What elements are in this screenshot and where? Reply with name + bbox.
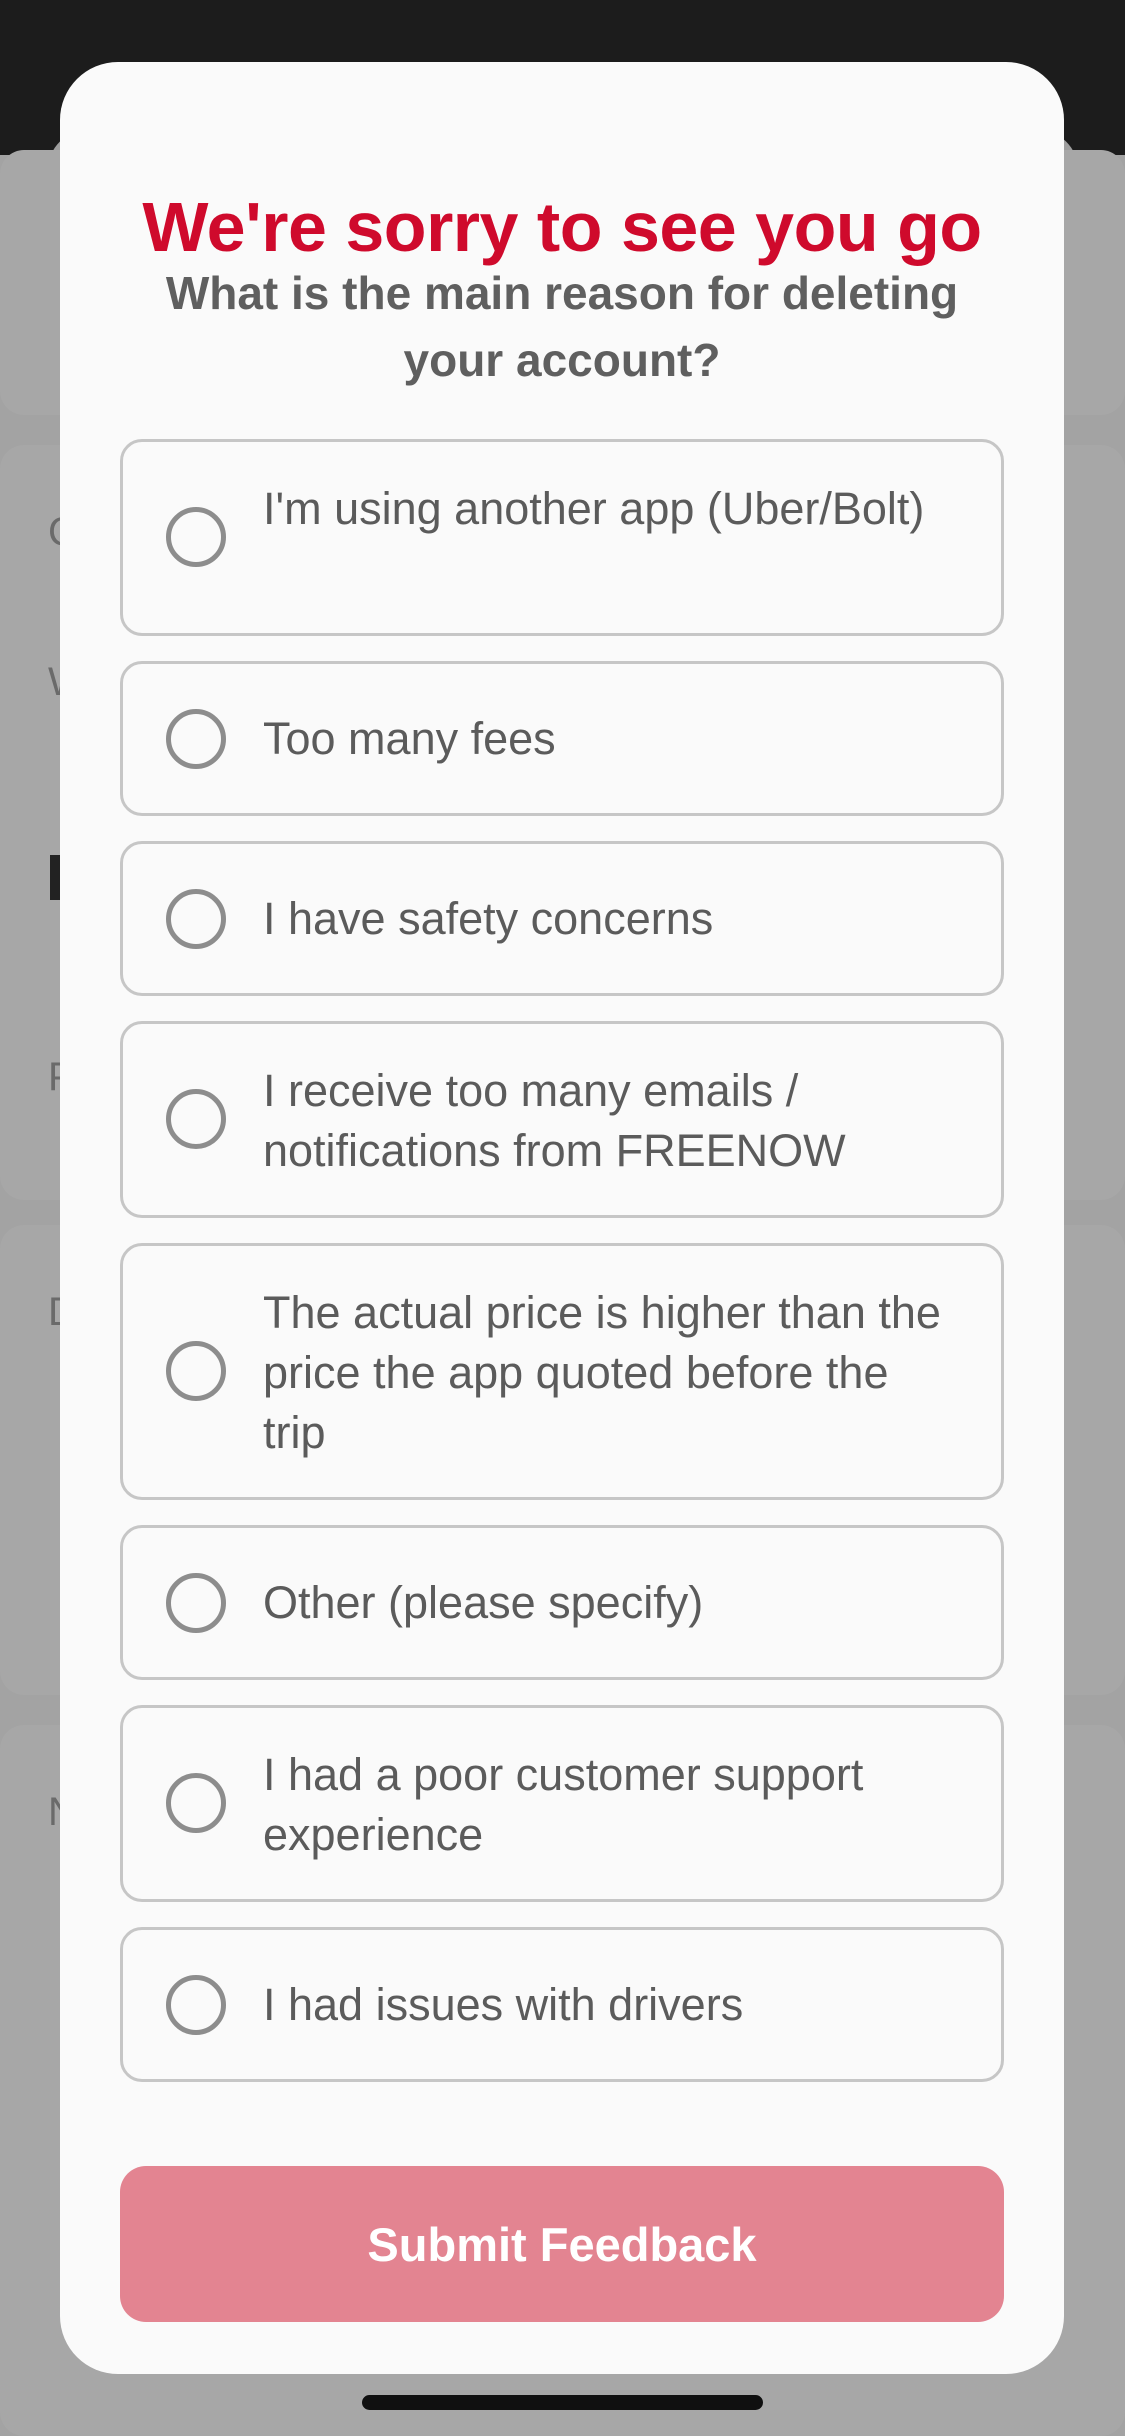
reason-option-fees[interactable]: Too many fees — [120, 661, 1004, 816]
radio-unchecked-icon[interactable] — [166, 1773, 226, 1833]
reason-option-label: The actual price is higher than the pric… — [263, 1287, 941, 1458]
modal-question: What is the main reason for deleting you… — [165, 267, 959, 386]
home-indicator[interactable] — [362, 2395, 763, 2410]
radio-unchecked-icon[interactable] — [166, 1975, 226, 2035]
reason-option-label: I receive too many emails / notification… — [263, 1065, 846, 1176]
reason-option-safety[interactable]: I have safety concerns — [120, 841, 1004, 996]
radio-unchecked-icon[interactable] — [166, 507, 226, 567]
reason-option-label: I have safety concerns — [263, 893, 714, 944]
reason-option-emails[interactable]: I receive too many emails / notification… — [120, 1021, 1004, 1218]
radio-unchecked-icon[interactable] — [166, 889, 226, 949]
reason-option-another-app[interactable]: I'm using another app (Uber/Bolt) — [120, 439, 1004, 636]
reason-option-drivers[interactable]: I had issues with drivers — [120, 1927, 1004, 2082]
reason-option-label: I had a poor customer support experience — [263, 1749, 864, 1860]
radio-unchecked-icon[interactable] — [166, 1573, 226, 1633]
radio-unchecked-icon[interactable] — [166, 1341, 226, 1401]
reason-option-price[interactable]: The actual price is higher than the pric… — [120, 1243, 1004, 1500]
submit-feedback-button[interactable]: Submit Feedback — [120, 2166, 1004, 2322]
reason-option-label: Too many fees — [263, 713, 556, 764]
radio-unchecked-icon[interactable] — [166, 1089, 226, 1149]
radio-unchecked-icon[interactable] — [166, 709, 226, 769]
reason-option-label: I'm using another app (Uber/Bolt) — [263, 483, 925, 534]
reason-option-label: I had issues with drivers — [263, 1979, 744, 2030]
delete-account-feedback-modal: We're sorry to see you go What is the ma… — [60, 62, 1064, 2374]
reason-option-other[interactable]: Other (please specify) — [120, 1525, 1004, 1680]
reason-option-customer-support[interactable]: I had a poor customer support experience — [120, 1705, 1004, 1902]
modal-title: We're sorry to see you go — [142, 188, 982, 266]
reason-option-label: Other (please specify) — [263, 1577, 704, 1628]
